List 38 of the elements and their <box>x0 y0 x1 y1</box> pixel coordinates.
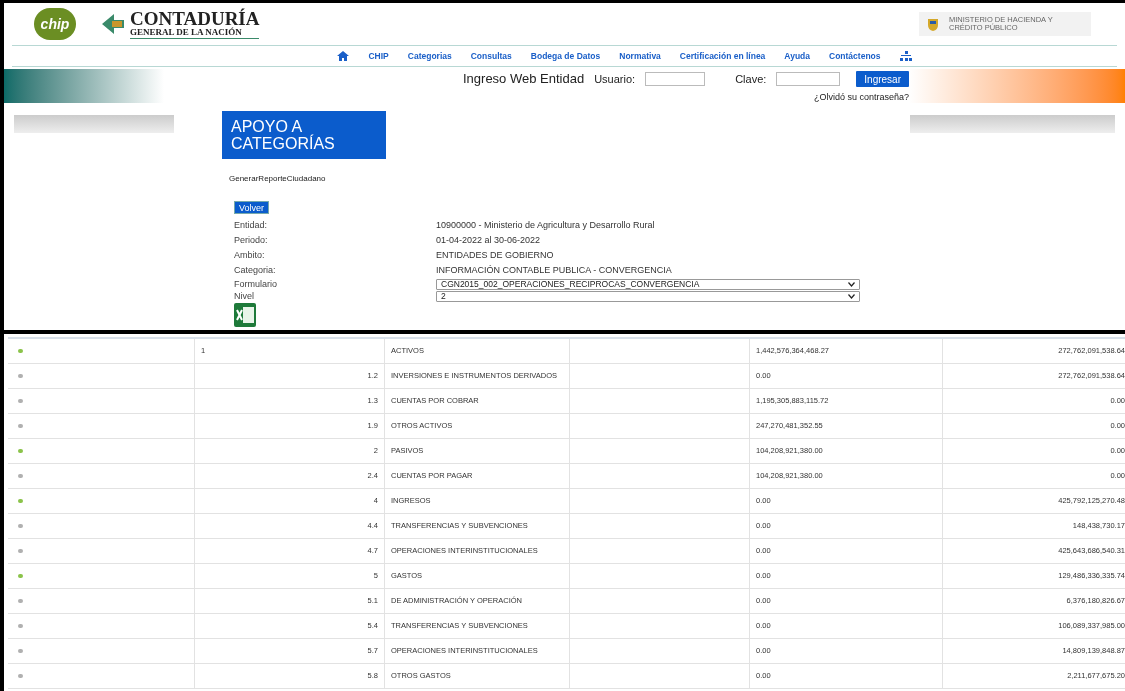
nav-link[interactable]: Normativa <box>619 49 661 63</box>
nav-link[interactable]: Contáctenos <box>829 49 881 63</box>
login-button[interactable]: Ingresar <box>856 71 909 87</box>
home-icon[interactable] <box>337 51 350 61</box>
password-field[interactable] <box>776 72 841 86</box>
forgot-password-link[interactable]: ¿Olvidó su contraseña? <box>813 91 909 105</box>
section-title: APOYO A CATEGORÍAS <box>222 111 386 159</box>
nav-link[interactable]: Categorias <box>407 49 452 63</box>
field-label: Formulario <box>234 277 278 291</box>
dropdown[interactable]: 2 <box>436 291 860 302</box>
field-label: Periodo: <box>234 234 269 248</box>
user-label: Usuario: <box>594 71 636 87</box>
excel-icon[interactable] <box>234 303 256 327</box>
field-label: Categoria: <box>234 264 277 278</box>
dropdown[interactable]: CGN2015_002_OPERACIONES_RECIPROCAS_CONVERGENCIA <box>436 279 860 290</box>
coat-of-arms-icon <box>925 16 941 32</box>
report-link[interactable]: GenerarReporteCiudadano <box>229 173 902 185</box>
contaduria-logo-icon <box>100 12 126 36</box>
field-value: INFORMACIÓN CONTABLE PUBLICA - CONVERGENCIA <box>436 264 672 278</box>
field-value: 10900000 - Ministerio de Agricultura y Desarrollo Rural <box>436 219 655 233</box>
field-value: 01-04-2022 al 30-06-2022 <box>436 234 541 248</box>
sitemap-icon[interactable] <box>899 51 912 61</box>
back-button[interactable]: Volver <box>234 201 269 214</box>
nav-link[interactable]: Consultas <box>470 49 512 63</box>
field-label: Entidad: <box>234 219 269 233</box>
field-label: Ambito: <box>234 249 266 263</box>
logo-title: CONTADURÍA <box>130 9 260 28</box>
field-value: ENTIDADES DE GOBIERNO <box>436 249 554 263</box>
nav-link[interactable]: Bodega de Datos <box>530 49 601 63</box>
login-title: Ingreso Web Entidad <box>463 70 585 89</box>
nav-link[interactable]: Ayuda <box>784 49 810 63</box>
password-label: Clave: <box>735 71 767 87</box>
user-field[interactable] <box>645 72 706 86</box>
field-label: Nivel <box>234 289 255 303</box>
logo-subtitle: GENERAL DE LA NACIÓN <box>130 28 243 37</box>
nav-link[interactable]: CHIP <box>368 49 389 63</box>
chip-logo: chip <box>34 8 76 40</box>
nav-link[interactable]: Certificación en línea <box>679 49 766 63</box>
